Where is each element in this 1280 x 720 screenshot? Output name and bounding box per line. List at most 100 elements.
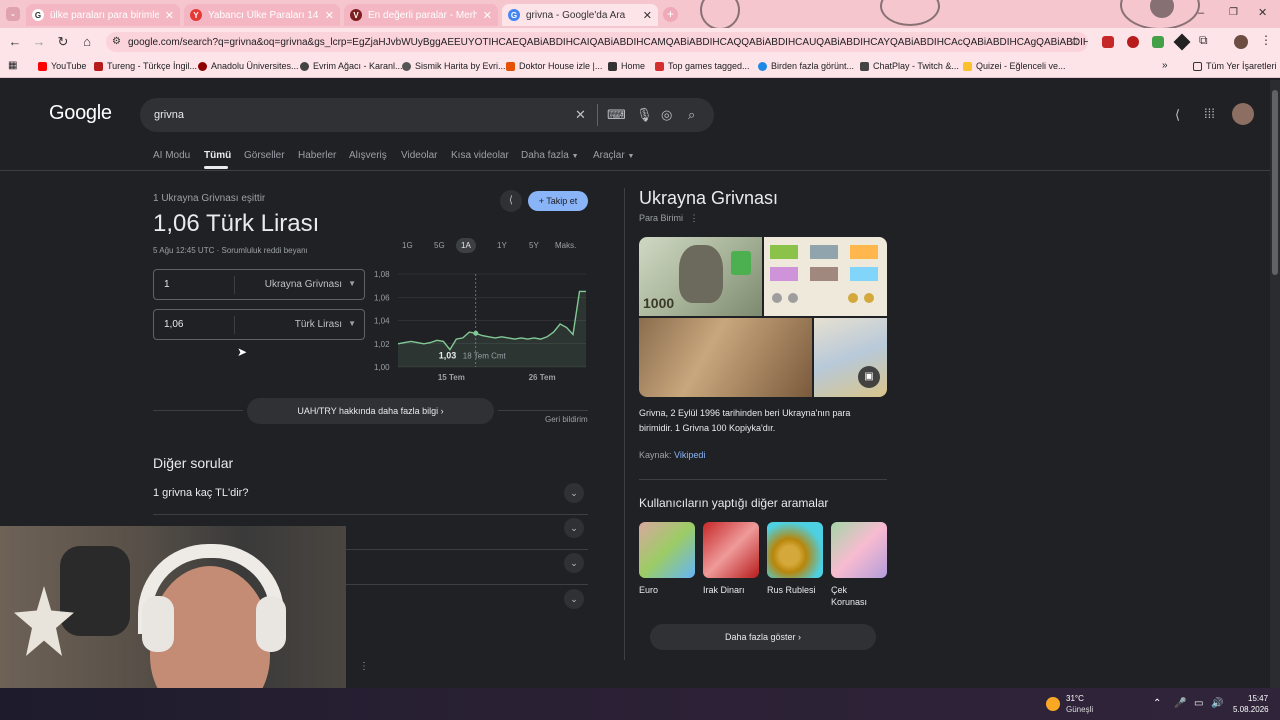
faq-item[interactable]: 1 grivna kaç TL'dir? ⌄ bbox=[153, 479, 588, 515]
bookmark-item[interactable]: Tureng - Türkçe İngil... bbox=[94, 61, 197, 71]
from-currency-field[interactable]: 1 Ukrayna Grivnası ▼ bbox=[153, 269, 365, 300]
tab-ai-mode[interactable]: AI Modu bbox=[153, 150, 190, 161]
volume-icon[interactable]: 🔊 bbox=[1211, 698, 1223, 709]
bookmark-item[interactable]: Anadolu Üniversites... bbox=[198, 61, 299, 71]
search-input[interactable]: grivna bbox=[140, 98, 714, 132]
share-button[interactable]: ⟨ bbox=[500, 190, 522, 212]
to-amount-input[interactable]: 1,06 bbox=[164, 319, 183, 330]
sun-weather-icon[interactable] bbox=[1046, 697, 1060, 711]
tab-3-active[interactable]: G grivna - Google'da Ara ✕ bbox=[502, 4, 658, 26]
close-tab-icon[interactable]: ✕ bbox=[165, 9, 174, 22]
related-czech-koruna-image[interactable] bbox=[831, 522, 887, 578]
profile-avatar[interactable] bbox=[1234, 35, 1248, 49]
tab-2[interactable]: V En değerli paralar - Merhaba A ✕ bbox=[344, 4, 498, 26]
range-option[interactable]: 1G bbox=[397, 238, 418, 253]
clock-time[interactable]: 15:47 bbox=[1248, 694, 1268, 703]
bookmark-star-icon[interactable]: ☆ bbox=[1069, 34, 1080, 48]
to-currency-select[interactable]: Türk Lirası bbox=[295, 319, 342, 330]
from-amount-input[interactable]: 1 bbox=[164, 279, 170, 290]
all-bookmarks[interactable]: Tüm Yer İşaretleri bbox=[1193, 61, 1277, 71]
panel-image-grid[interactable]: 1000 ▣ bbox=[639, 237, 887, 397]
chevron-down-icon[interactable]: ⌄ bbox=[564, 553, 584, 573]
lens-camera-icon[interactable]: ◎ bbox=[661, 107, 672, 123]
related-ruble-image[interactable] bbox=[767, 522, 823, 578]
clock-date[interactable]: 5.08.2026 bbox=[1233, 705, 1269, 714]
microphone-icon[interactable]: 🎙 bbox=[636, 107, 653, 123]
close-tab-icon[interactable]: ✕ bbox=[483, 9, 492, 22]
apps-grid-icon[interactable]: ▦ bbox=[8, 60, 17, 71]
tab-shopping[interactable]: Alışveriş bbox=[349, 150, 387, 161]
microphone-tray-icon[interactable]: 🎤 bbox=[1174, 698, 1186, 709]
from-currency-select[interactable]: Ukrayna Grivnası bbox=[265, 279, 342, 290]
chevron-down-icon[interactable]: ⌄ bbox=[564, 518, 584, 538]
image-gallery-icon[interactable]: ▣ bbox=[858, 366, 880, 388]
range-option[interactable]: 5Y bbox=[524, 238, 544, 253]
range-option[interactable]: 5G bbox=[429, 238, 450, 253]
tab-more[interactable]: Daha fazla ▼ bbox=[521, 150, 579, 161]
home-icon[interactable]: ⌂ bbox=[79, 34, 95, 49]
apps-grid-icon[interactable]: ⁞⁞⁞ bbox=[1204, 106, 1215, 121]
weather-temp[interactable]: 31°C bbox=[1066, 694, 1084, 703]
bookmark-item[interactable]: Sismik Harita by Evri... bbox=[402, 61, 506, 71]
tab-tools[interactable]: Araçlar ▼ bbox=[593, 150, 634, 161]
shield-extension-icon[interactable] bbox=[1152, 36, 1164, 48]
related-iraqi-dinar-image[interactable] bbox=[703, 522, 759, 578]
related-label[interactable]: Rus Rublesi bbox=[767, 584, 827, 596]
more-bookmarks-icon[interactable]: » bbox=[1162, 60, 1168, 71]
extension-icon[interactable] bbox=[1127, 36, 1139, 48]
tab-all[interactable]: Tümü bbox=[204, 150, 231, 161]
banknotes-collection-image[interactable] bbox=[764, 237, 887, 316]
bookmark-item[interactable]: Evrim Ağacı - Karanl... bbox=[300, 61, 403, 71]
search-icon[interactable]: ⌕ bbox=[688, 107, 695, 123]
wikipedia-link[interactable]: Vikipedi bbox=[674, 450, 705, 460]
new-tab-button[interactable]: + bbox=[663, 7, 678, 22]
bookmark-item[interactable]: ChatPlay - Twitch &... bbox=[860, 61, 959, 71]
menu-kebab-icon[interactable]: ⋮ bbox=[1260, 33, 1272, 47]
exchange-rate-chart[interactable]: 1,08 1,06 1,04 1,02 1,00 1,03 18 Tem Cmt 15 Tem… bbox=[372, 266, 590, 386]
bookmark-item[interactable]: Quizei - Eğlenceli ve... bbox=[963, 61, 1066, 71]
more-options-icon[interactable]: ⋮ bbox=[690, 213, 699, 223]
tab-0[interactable]: G ülke paraları para birimleri - Go ✕ bbox=[26, 4, 180, 26]
show-more-button[interactable]: Daha fazla göster › bbox=[650, 624, 876, 650]
minimize-icon[interactable]: – bbox=[1198, 7, 1204, 19]
bookmark-item[interactable]: Doktor House izle |... bbox=[506, 61, 602, 71]
tab-short-videos[interactable]: Kısa videolar bbox=[451, 150, 509, 161]
chevron-down-icon[interactable]: ⌄ bbox=[564, 483, 584, 503]
more-info-button[interactable]: UAH/TRY hakkında daha fazla bilgi › bbox=[247, 398, 494, 424]
address-bar[interactable]: google.com/search?q=grivna&oq=grivna&gs_… bbox=[106, 32, 1088, 52]
related-label[interactable]: Çek Korunası bbox=[831, 584, 877, 608]
related-label[interactable]: Irak Dinarı bbox=[703, 584, 763, 596]
bookmark-item[interactable]: YouTube bbox=[38, 61, 86, 71]
chevron-down-icon[interactable]: ⌄ bbox=[564, 589, 584, 609]
keyboard-icon[interactable]: ⌨ bbox=[607, 107, 626, 123]
more-options-icon[interactable]: ⋮ bbox=[359, 661, 369, 672]
bookmark-item[interactable]: Home bbox=[608, 61, 645, 71]
converter-date[interactable]: 5 Ağu 12:45 UTC · Sorumluluk reddi beyan… bbox=[153, 246, 308, 255]
google-logo[interactable]: Google bbox=[49, 102, 112, 125]
hands-with-money-image[interactable] bbox=[639, 318, 812, 397]
extensions-puzzle-icon[interactable]: ⧉ bbox=[1199, 33, 1208, 48]
clear-icon[interactable]: ✕ bbox=[575, 107, 586, 123]
extension-icon[interactable] bbox=[1102, 36, 1114, 48]
tab-videos[interactable]: Videolar bbox=[401, 150, 438, 161]
bookmark-item[interactable]: Birden fazla görünt... bbox=[758, 61, 854, 71]
banknote-image[interactable]: 1000 bbox=[639, 237, 762, 316]
display-tray-icon[interactable]: ▭ bbox=[1194, 698, 1203, 709]
bookmark-item[interactable]: Top games tagged... bbox=[655, 61, 750, 71]
weather-condition[interactable]: Güneşli bbox=[1066, 705, 1093, 714]
related-euro-image[interactable] bbox=[639, 522, 695, 578]
tray-expand-icon[interactable]: ⌃ bbox=[1153, 698, 1161, 709]
reload-icon[interactable]: ↻ bbox=[55, 34, 71, 50]
close-tab-icon[interactable]: ✕ bbox=[643, 9, 652, 22]
follow-button[interactable]: + Takip et bbox=[528, 191, 588, 211]
tab-images[interactable]: Görseller bbox=[244, 150, 285, 161]
back-icon[interactable]: ← bbox=[7, 34, 23, 49]
range-option[interactable]: 1A bbox=[456, 238, 476, 253]
scrollbar-thumb[interactable] bbox=[1272, 90, 1278, 275]
to-currency-field[interactable]: 1,06 Türk Lirası ▼ bbox=[153, 309, 365, 340]
account-avatar[interactable] bbox=[1232, 103, 1254, 125]
forward-icon[interactable]: → bbox=[31, 34, 47, 49]
share-icon[interactable]: ⟨ bbox=[1175, 107, 1180, 123]
feedback-link[interactable]: Geri bildirim bbox=[545, 415, 588, 424]
maximize-icon[interactable]: ❐ bbox=[1229, 7, 1238, 18]
